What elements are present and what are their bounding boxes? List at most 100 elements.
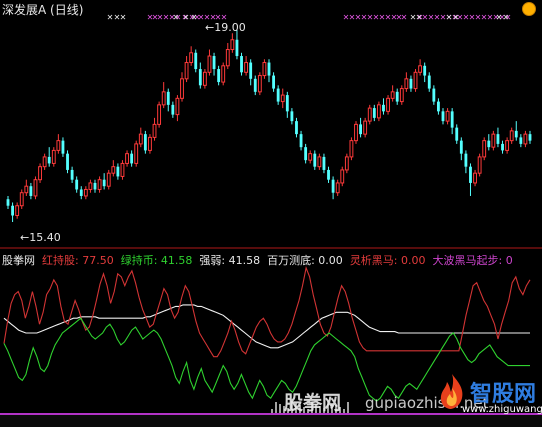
series-line-2 xyxy=(3,304,530,349)
candle-body-up xyxy=(134,143,139,164)
signal-marker: ✕ xyxy=(416,13,423,22)
candle-body-down xyxy=(102,179,106,187)
candle-body-down xyxy=(194,52,198,70)
candle-body-up xyxy=(97,179,102,190)
candle-body-up xyxy=(33,179,38,197)
candle-body-down xyxy=(130,153,134,164)
high-price-label: ←19.00 xyxy=(205,21,246,34)
candle-body-down xyxy=(75,179,79,190)
candle-body-up xyxy=(386,97,390,112)
candle-body-up xyxy=(308,153,313,161)
settings-orb-icon[interactable] xyxy=(522,2,536,16)
candle-body-up xyxy=(390,91,395,99)
candle-body-up xyxy=(477,156,482,174)
candle-body-down xyxy=(395,91,399,102)
candle-body-down xyxy=(519,137,523,144)
candle-body-down xyxy=(514,130,518,138)
signal-marker: ✕ xyxy=(183,13,190,22)
candle-body-up xyxy=(349,140,354,158)
candle-body-down xyxy=(432,88,436,102)
candle-body-down xyxy=(423,65,427,76)
candle-body-down xyxy=(272,75,275,89)
candle-body-up xyxy=(161,91,166,106)
signal-marker: ✕ xyxy=(496,13,503,22)
legend-strength: 强弱: 41.58 xyxy=(199,254,261,267)
candle-body-down xyxy=(47,156,51,164)
candle-body-up xyxy=(367,107,372,122)
candle-body-up xyxy=(491,133,496,148)
series-line-0 xyxy=(3,265,531,358)
candle-body-up xyxy=(24,185,29,194)
candle-body-down xyxy=(372,108,376,118)
candle-body-down xyxy=(217,69,221,83)
candle-body-down xyxy=(79,189,83,196)
stock-title: 深发展A (日线) xyxy=(2,3,84,17)
candle-body-down xyxy=(253,78,257,92)
candle-body-down xyxy=(382,104,385,112)
legend-bottom-test: 百万测底: 0.00 xyxy=(267,254,343,267)
candle-body-up xyxy=(509,130,514,142)
candle-body-down xyxy=(295,121,298,135)
candle-body-up xyxy=(207,55,212,73)
candle-body-down xyxy=(441,111,445,122)
signal-marker: ✕ xyxy=(191,13,198,22)
candle-body-up xyxy=(230,39,235,51)
arrow-icon: ← xyxy=(205,21,215,34)
chart-canvas: ✕✕✕ ✕ ✕ ✕ ✕ ✕✕✕ ✕ ✕✕ ✕ ✕ ✕ ✕ ✕ ✕ ✕ ✕ ✕ ✕✕✕ ✕✕ ✕ ✕ ✕ ✕ ✕✕ ✕ ✕ ✕ ✕ ✕ ✕ ✕… xyxy=(0,13,542,427)
candle-body-up xyxy=(111,166,116,174)
candle-body-up xyxy=(344,156,349,171)
signal-marker: ✕ xyxy=(401,13,408,22)
signal-marker: ✕ xyxy=(453,13,460,22)
candle-body-up xyxy=(106,172,111,187)
candle-body-down xyxy=(267,62,271,76)
candle-body-up xyxy=(505,140,510,151)
candle-body-down xyxy=(487,140,491,148)
candle-body-up xyxy=(335,182,340,194)
high-price-value: 19.00 xyxy=(214,21,246,34)
candle-body-up xyxy=(56,140,61,151)
candle-body-up xyxy=(244,62,249,73)
candle-body-up xyxy=(51,149,56,164)
signal-marker: ✕ xyxy=(446,13,453,22)
candle-body-up xyxy=(88,182,93,190)
candle-body-up xyxy=(482,140,487,158)
stock-chart-window: ✕ ✕ ✕ ✕ ✕ ✕ ✕ ✕ ✕ ✕ ✕ ✕ ✕ ✕ ✕ ✕ ✕ ✕ ✕ ✕ ✕ ✕ ✕ ✕ ✕ ✕ ✕ ✕ ✕ ✕ ✕ ✕ ✕ ✕ ✕ ✕ ✕ ✕ ✕ ✕… xyxy=(0,0,542,427)
watermark-brand-url: www.zhiguwang.com xyxy=(462,404,542,415)
candle-body-up xyxy=(413,71,418,90)
candle-body-up xyxy=(157,104,162,125)
candle-body-up xyxy=(120,162,125,177)
candle-body-down xyxy=(469,166,472,183)
candle-body-down xyxy=(61,140,65,154)
legend-red-hold: 红持股: 77.50 xyxy=(42,254,114,267)
candle-body-up xyxy=(202,71,207,86)
indicator-legend: 红持股: 77.50 绿持币: 41.58 强弱: 41.58 百万测底: 0.00 灵… xyxy=(42,252,513,268)
candle-body-up xyxy=(138,133,143,145)
candle-body-down xyxy=(116,166,120,177)
legend-dark-horse: 灵析黑马: 0.00 xyxy=(349,254,426,267)
arrow-icon: ← xyxy=(20,231,30,244)
candle-body-down xyxy=(6,199,10,206)
candle-body-down xyxy=(66,153,69,170)
candle-body-down xyxy=(313,153,317,167)
candle-body-down xyxy=(455,127,459,141)
candle-body-up xyxy=(418,65,423,73)
candle-body-down xyxy=(459,140,463,154)
candle-body-up xyxy=(262,62,267,77)
candle-body-down xyxy=(304,147,308,161)
candle-body-up xyxy=(152,123,157,138)
candle-body-up xyxy=(189,52,194,64)
candle-body-down xyxy=(70,169,74,180)
candle-body-down xyxy=(299,134,303,148)
candle-body-up xyxy=(399,88,404,103)
candle-body-up xyxy=(221,65,226,83)
candle-body-up xyxy=(473,172,477,184)
candle-body-down xyxy=(322,156,326,170)
signal-marker: ✕ xyxy=(107,13,114,22)
candle-body-up xyxy=(523,133,528,145)
candle-body-down xyxy=(437,101,440,112)
candle-body-down xyxy=(501,143,504,151)
candle-body-up xyxy=(354,123,358,142)
candle-body-up xyxy=(184,62,189,80)
candle-body-down xyxy=(285,95,289,112)
candle-body-down xyxy=(327,169,330,180)
